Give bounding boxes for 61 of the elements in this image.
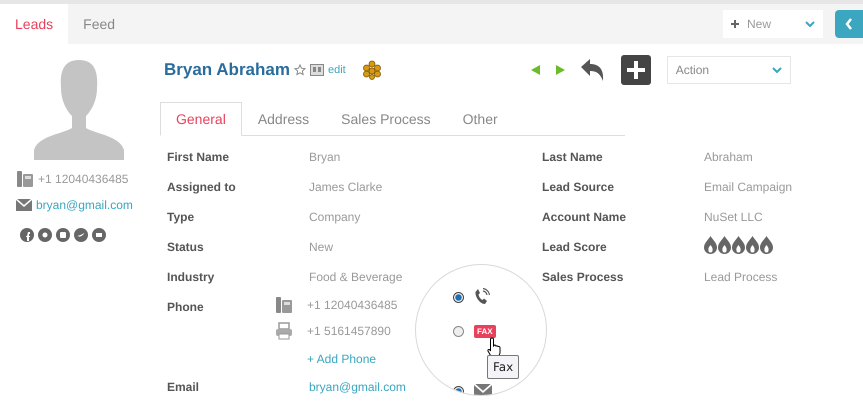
radio-button[interactable] [453,386,464,395]
section-tab[interactable]: Address [242,102,326,136]
field-value: New [309,240,334,254]
chevron-down-icon [772,67,782,73]
field-value: Food & Beverage [309,270,402,284]
edit-link[interactable]: edit [328,64,346,76]
email-link[interactable]: bryan@gmail.com [309,380,406,394]
field-value: Abraham [704,150,753,164]
honeycomb-icon [362,60,382,80]
field-label: Lead Source [542,180,614,194]
section-tab[interactable]: General [160,102,242,136]
email-link[interactable]: bryan@gmail.com [36,198,133,212]
field-value: James Clarke [309,180,382,194]
radio-button[interactable] [453,292,464,302]
collapse-button[interactable] [835,10,863,38]
reply-icon[interactable] [580,59,605,81]
add-phone-link[interactable]: + Add Phone [307,352,376,366]
star-icon[interactable] [294,64,306,76]
field-label: Status [167,240,204,254]
field-value: NuSet LLC [704,210,763,224]
phone-number: +1 12040436485 [38,172,128,186]
fax-badge[interactable]: FAX [474,324,496,338]
field-label: Lead Score [542,240,607,254]
field-value: Email Campaign [704,180,792,194]
printer-icon [275,322,293,340]
action-dropdown[interactable]: Action [666,56,791,84]
field-label: First Name [167,150,230,164]
field-value: Company [309,210,360,224]
field-value: +1 5161457890 [307,324,391,338]
top-tab[interactable]: Feed [68,4,130,44]
chevron-left-icon [845,18,853,30]
top-tab[interactable]: Leads [0,4,68,44]
field-label: Account Name [542,210,626,224]
field-value: +1 12040436485 [307,298,398,312]
record-name: Bryan Abraham [164,60,290,80]
flame-icon [760,236,773,254]
flame-icon [746,236,759,254]
field-label: Industry [167,270,214,284]
field-label: Type [167,210,194,224]
desk-phone-icon [16,170,34,188]
tooltip: Fax [487,355,520,379]
phone-icon [474,288,490,306]
field-label: Sales Process [542,270,624,284]
field-value: Lead Process [704,270,778,284]
field-label: Email [167,380,200,394]
section-tab[interactable]: Sales Process [325,102,447,136]
plus-icon [731,20,739,28]
section-tab[interactable]: Other [446,102,514,136]
field-label: Assigned to [167,180,236,194]
new-dropdown[interactable]: New [723,10,823,38]
field-value: Bryan [309,150,340,164]
desk-phone-icon [275,296,293,314]
envelope-icon [16,199,32,211]
field-label: Phone [167,300,204,314]
add-button[interactable] [620,55,651,85]
chevron-down-icon [805,21,815,27]
flame-icon [718,236,731,254]
radio-button[interactable] [453,326,464,336]
flame-icon [732,236,745,254]
flame-icon [704,236,717,254]
field-label: Last Name [542,150,603,164]
